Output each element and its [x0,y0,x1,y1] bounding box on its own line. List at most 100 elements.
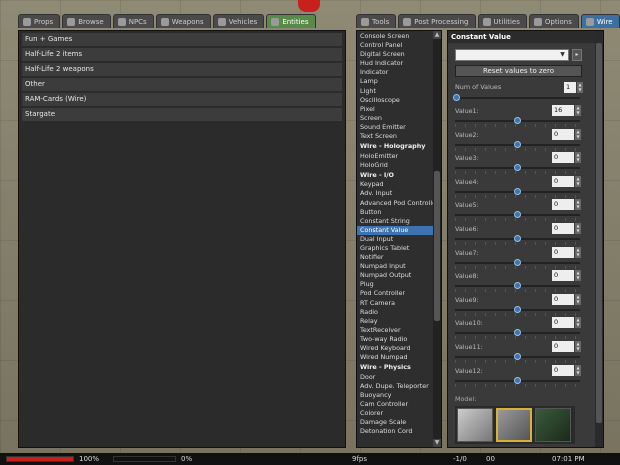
tab-post-processing[interactable]: Post Processing [398,14,476,28]
value-slider[interactable] [455,235,580,242]
value-spinner[interactable]: ▲ ▼ [575,246,581,258]
tool-item-door[interactable]: Door [357,373,441,382]
value-slider[interactable] [455,164,580,172]
value-field[interactable]: 0 [552,223,574,234]
tool-list-scrollbar[interactable]: ▲ ▼ [433,31,441,447]
tool-item-constant-value[interactable]: Constant Value [357,225,441,235]
value-slider[interactable] [455,187,580,195]
tool-item-relay[interactable]: Relay [357,317,441,326]
tool-item-digital-screen[interactable]: Digital Screen [357,50,441,59]
value-slider[interactable] [455,117,580,124]
tool-item-lamp[interactable]: Lamp [357,77,441,86]
category-half-life-2-weapons[interactable]: Half-Life 2 weapons [22,63,342,76]
slider-knob[interactable] [514,140,521,148]
value-slider[interactable] [455,329,580,337]
tool-item-sound-emitter[interactable]: Sound Emitter [357,123,441,132]
value-field[interactable]: 0 [552,175,574,187]
value-slider[interactable] [455,282,580,290]
category-fun-games[interactable]: Fun + Games [22,33,342,46]
value-field[interactable]: 0 [552,246,574,258]
value-slider[interactable] [455,258,580,266]
tool-list-scroll-thumb[interactable] [434,171,440,321]
value-field[interactable]: 0 [552,152,574,164]
slider-knob[interactable] [514,258,521,266]
tool-item-adv-input[interactable]: Adv. Input [357,189,441,198]
tool-item-indicator[interactable]: Indicator [357,68,441,77]
value-field[interactable]: 0 [552,341,574,352]
tool-item-buoyancy[interactable]: Buoyancy [357,391,441,400]
panel-scroll-thumb[interactable] [596,43,602,423]
tab-tools[interactable]: Tools [356,14,397,28]
tool-item-wired-keyboard[interactable]: Wired Keyboard [357,344,441,353]
tab-props[interactable]: Props [18,14,61,28]
tool-item-numpad-input[interactable]: Numpad Input [357,262,441,271]
value-field[interactable]: 0 [552,317,574,329]
value-spinner[interactable]: ▲ ▼ [575,293,581,305]
tool-item-graphics-tablet[interactable]: Graphics Tablet [357,244,441,253]
slider-knob[interactable] [514,305,521,313]
tool-item-console-screen[interactable]: Console Screen [357,32,441,41]
value-field[interactable]: 0 [552,128,574,140]
value-slider[interactable] [455,353,580,360]
value-field[interactable]: 0 [552,270,574,282]
tool-item-numpad-output[interactable]: Numpad Output [357,271,441,280]
category-ram-cards-wire[interactable]: RAM-Cards (Wire) [22,93,342,106]
slider-knob[interactable] [514,329,521,337]
value-field[interactable]: 0 [552,199,574,211]
tool-item-colorer[interactable]: Colorer [357,409,441,418]
reset-values-button[interactable]: Reset values to zero [455,65,582,77]
preset-combobox[interactable]: ▼ [455,49,569,61]
value-slider[interactable] [455,305,580,313]
slider-knob[interactable] [514,117,521,124]
value-spinner[interactable]: ▲ ▼ [575,364,581,376]
tool-item-constant-string[interactable]: Constant String [357,217,441,226]
tool-item-pod-controller[interactable]: Pod Controller [357,289,441,298]
slider-knob[interactable] [514,282,521,290]
model-option[interactable] [457,408,493,442]
slider-knob[interactable] [514,376,521,384]
tool-item-holoemitter[interactable]: HoloEmitter [357,152,441,161]
chevron-down-icon[interactable]: ▼ [558,51,567,59]
tool-item-plug[interactable]: Plug [357,280,441,289]
value-spinner[interactable]: ▲ ▼ [575,128,581,140]
tool-item-keypad[interactable]: Keypad [357,180,441,189]
tool-item-adv-dupe-teleporter[interactable]: Adv. Dupe. Teleporter [357,382,441,391]
category-other[interactable]: Other [22,78,342,91]
slider-knob[interactable] [514,235,521,242]
scroll-down-icon[interactable]: ▼ [433,439,441,447]
value-spinner[interactable]: ▲ ▼ [575,105,581,116]
value-slider[interactable] [455,140,580,148]
tool-item-detonation-cord[interactable]: Detonation Cord [357,427,441,436]
value-field[interactable]: 0 [552,293,574,305]
tab-entities[interactable]: Entities [266,14,316,28]
tab-npcs[interactable]: NPCs [112,14,154,28]
tab-utilities[interactable]: Utilities [477,14,527,28]
tab-browse[interactable]: Browse [62,14,111,28]
tool-item-cam-controller[interactable]: Cam Controller [357,400,441,409]
value-slider[interactable] [455,211,580,219]
slider-knob[interactable] [453,94,460,101]
slider-knob[interactable] [514,187,521,195]
tool-item-radio[interactable]: Radio [357,308,441,317]
preset-menu-button[interactable]: ▸ [572,49,582,61]
tab-wire[interactable]: Wire [580,14,620,28]
tool-item-dual-input[interactable]: Dual Input [357,235,441,244]
num-values-spinner[interactable]: ▲ ▼ [577,82,583,93]
tool-item-button[interactable]: Button [357,208,441,217]
category-stargate[interactable]: Stargate [22,108,342,121]
value-spinner[interactable]: ▲ ▼ [575,270,581,282]
tool-item-textreceiver[interactable]: TextReceiver [357,326,441,335]
tool-item-control-panel[interactable]: Control Panel [357,41,441,50]
tool-item-rt-camera[interactable]: RT Camera [357,299,441,308]
num-values-field[interactable]: 1 [564,82,576,93]
model-option-selected[interactable] [496,408,532,442]
tool-item-damage-scale[interactable]: Damage Scale [357,418,441,427]
value-spinner[interactable]: ▲ ▼ [575,223,581,234]
tool-item-screen[interactable]: Screen [357,114,441,123]
model-option[interactable] [535,408,571,442]
tool-item-advanced-pod-controller[interactable]: Advanced Pod Controller [357,199,441,208]
value-field[interactable]: 0 [552,364,574,376]
tool-item-hologrid[interactable]: HoloGrid [357,161,441,170]
tab-weapons[interactable]: Weapons [155,14,211,28]
value-spinner[interactable]: ▲ ▼ [575,199,581,211]
